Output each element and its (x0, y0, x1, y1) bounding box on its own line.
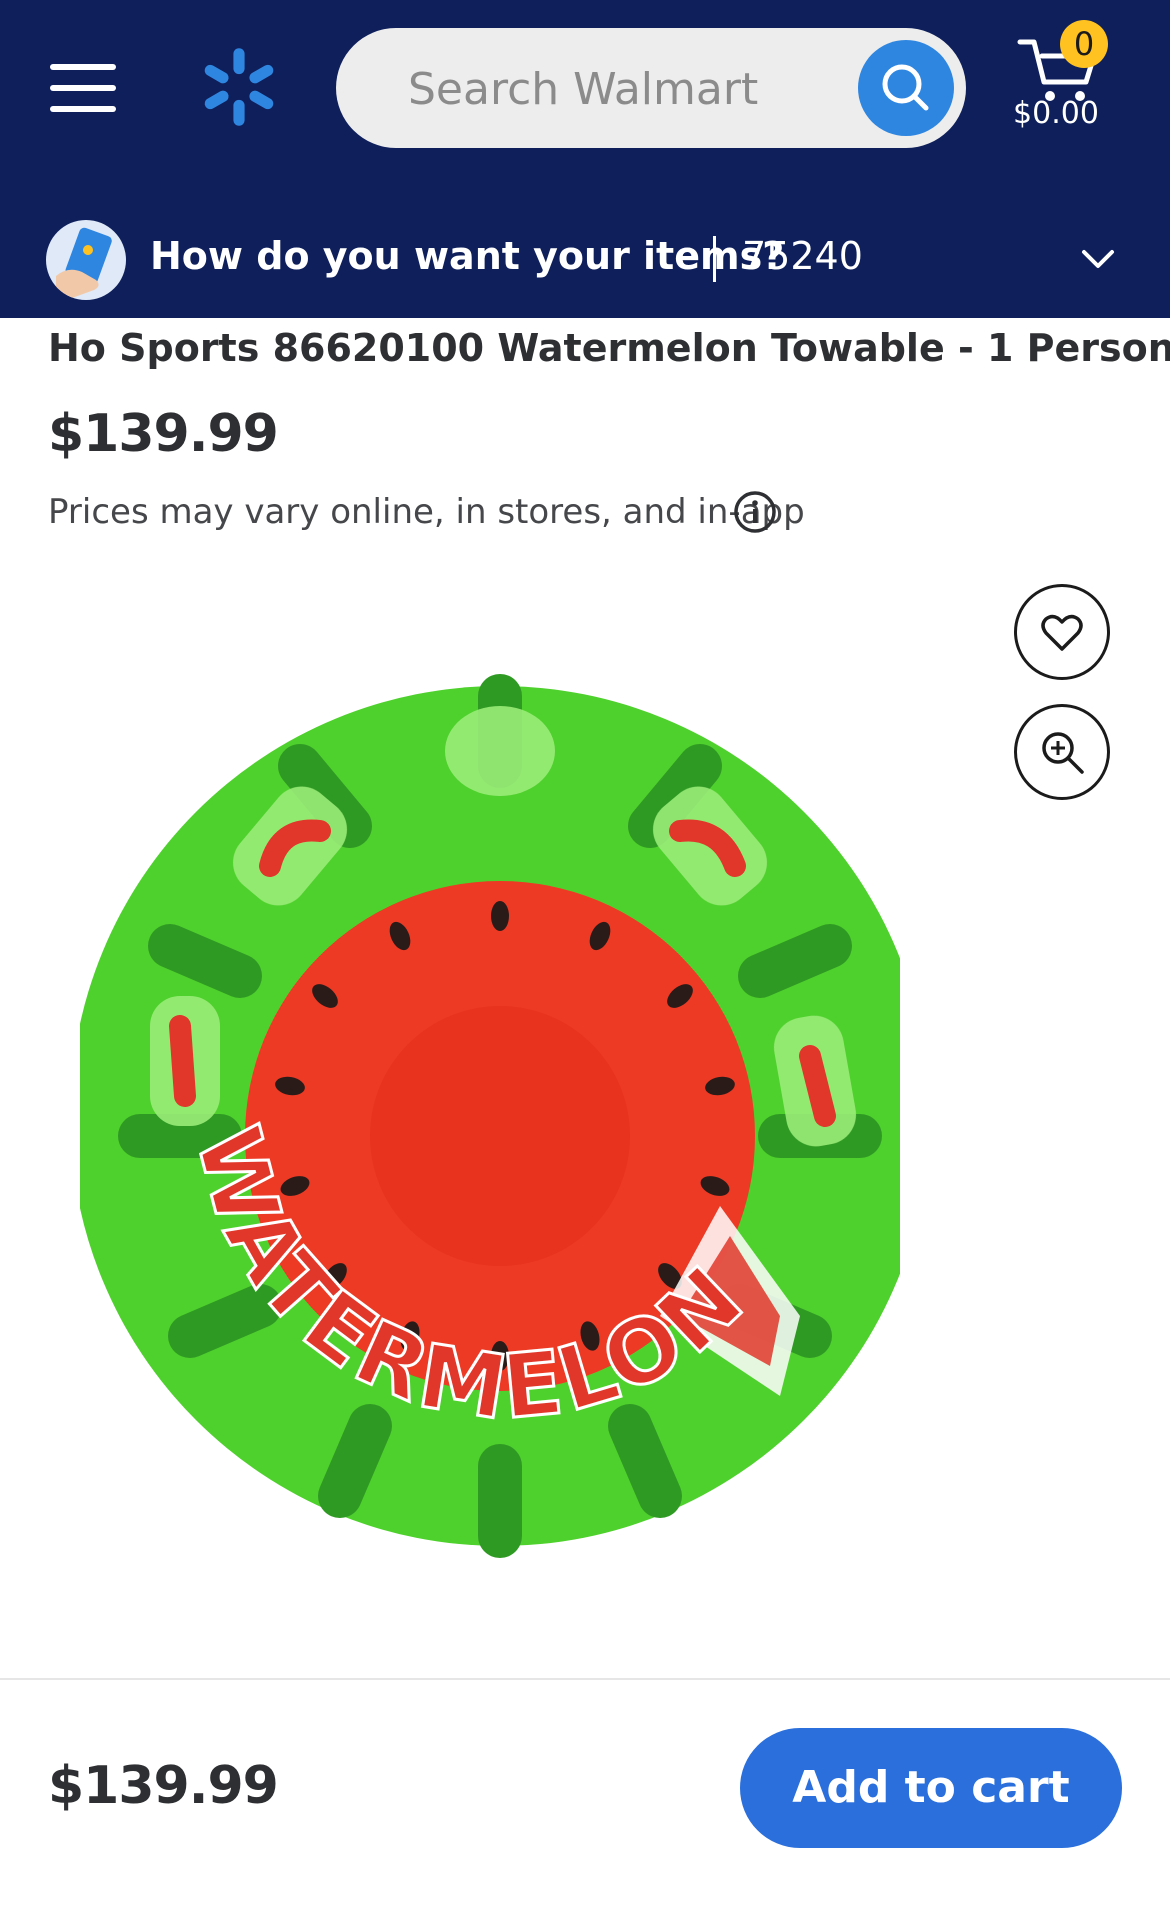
favorite-button[interactable] (1014, 584, 1110, 680)
zoom-in-icon (1042, 732, 1084, 774)
product-image[interactable]: WATERMELON (80, 616, 900, 1636)
fulfillment-bar[interactable]: How do you want your items? 75240 (0, 198, 1170, 318)
menu-line (50, 64, 116, 70)
cart-total: $0.00 (1013, 96, 1099, 131)
top-header: 0 $0.00 (0, 0, 1170, 198)
bottom-divider (0, 1678, 1170, 1680)
search-button[interactable] (858, 40, 954, 136)
walmart-spark-icon[interactable] (196, 44, 282, 130)
cart-count-badge: 0 (1060, 20, 1108, 68)
search-input[interactable] (406, 46, 840, 132)
search-bar[interactable] (336, 28, 966, 148)
bottom-price: $139.99 (48, 1756, 279, 1816)
product-title: Ho Sports 86620100 Watermelon Towable - … (48, 326, 1170, 370)
search-icon (882, 64, 929, 111)
chevron-down-icon[interactable] (1080, 240, 1116, 276)
add-to-cart-button[interactable]: Add to cart (740, 1728, 1122, 1848)
menu-line (50, 106, 116, 112)
divider (713, 236, 716, 282)
zoom-button[interactable] (1014, 704, 1110, 800)
heart-icon (1041, 614, 1083, 651)
info-icon[interactable] (733, 490, 777, 534)
price-disclaimer: Prices may vary online, in stores, and i… (48, 492, 805, 532)
zip-code: 75240 (742, 234, 863, 278)
menu-button[interactable] (50, 60, 116, 116)
menu-line (50, 85, 116, 91)
fulfillment-question: How do you want your items? (150, 234, 785, 278)
product-price: $139.99 (48, 404, 279, 464)
phone-hand-icon (46, 220, 126, 300)
